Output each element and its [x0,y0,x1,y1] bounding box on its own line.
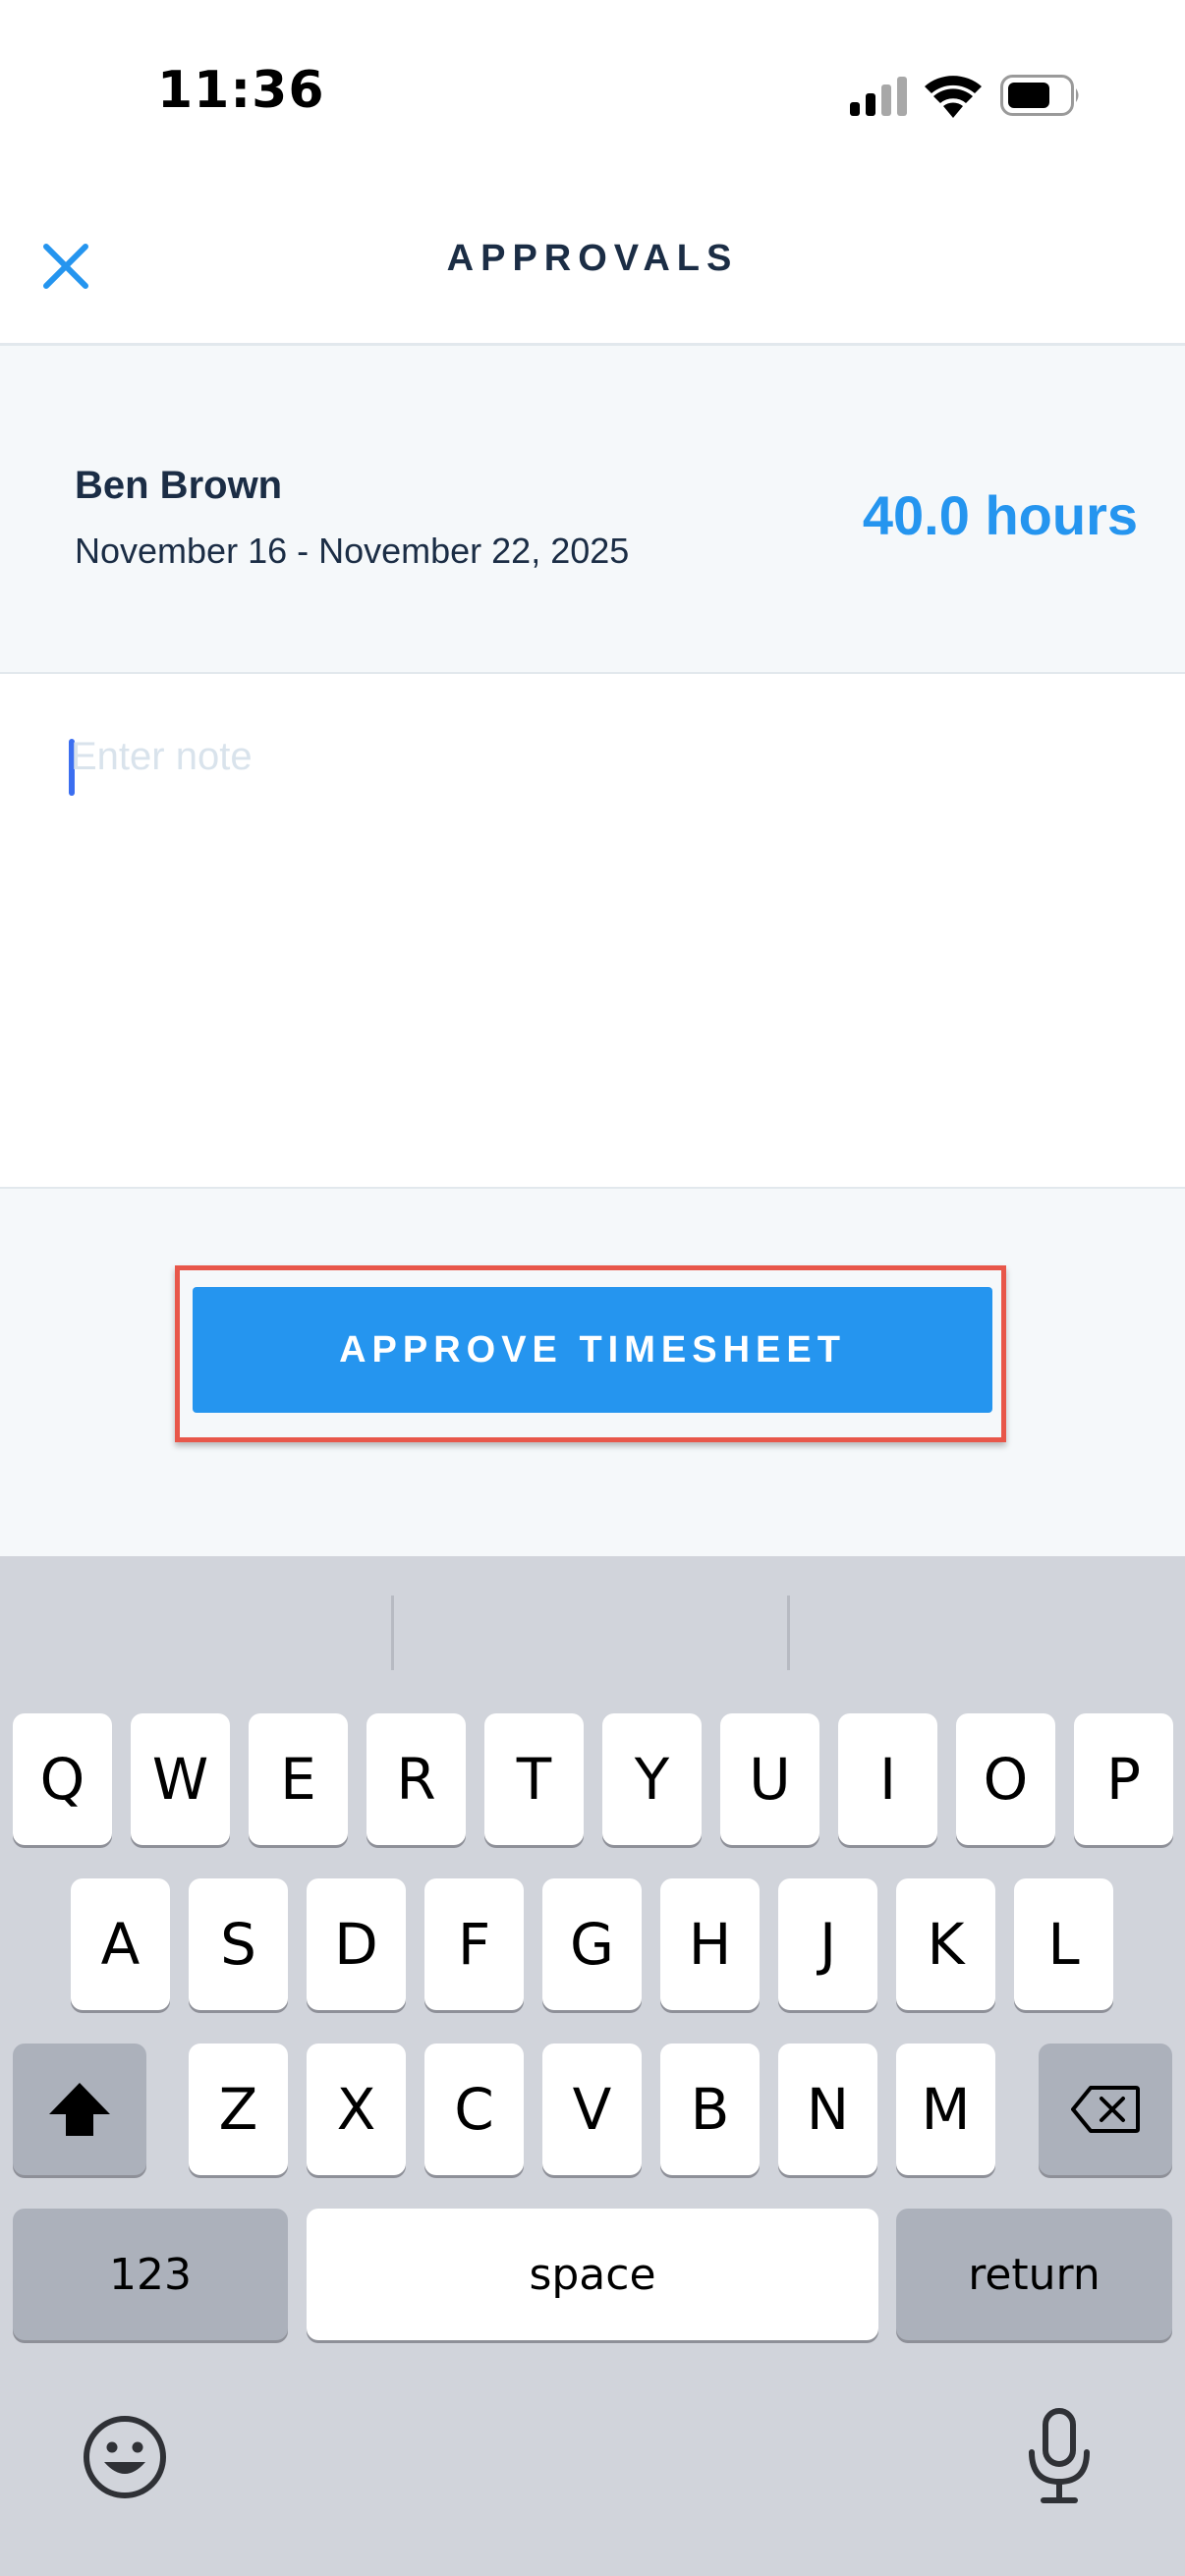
key-x[interactable]: X [307,2044,406,2175]
key-b[interactable]: B [660,2044,760,2175]
key-m[interactable]: M [896,2044,995,2175]
suggestion-divider [391,1596,394,1670]
key-u[interactable]: U [720,1713,819,1845]
status-time: 11:36 [157,61,325,120]
return-key[interactable]: return [896,2209,1172,2340]
key-t[interactable]: T [484,1713,584,1845]
key-n[interactable]: N [778,2044,877,2175]
key-k[interactable]: K [896,1878,995,2010]
emoji-icon[interactable] [81,2413,169,2501]
key-i[interactable]: I [838,1713,937,1845]
note-area [0,674,1185,1189]
suggestion-divider [787,1596,790,1670]
header: APPROVALS [0,187,1185,346]
key-f[interactable]: F [424,1878,524,2010]
status-bar: 11:36 [0,0,1185,187]
space-key[interactable]: space [307,2209,878,2340]
shift-key[interactable] [13,2044,146,2175]
battery-icon [1000,75,1079,116]
keyboard: Q W E R T Y U I O P A S D F G H J K L Z … [0,1556,1185,2576]
key-g[interactable]: G [542,1878,642,2010]
key-y[interactable]: Y [602,1713,702,1845]
delete-icon [1071,2086,1140,2133]
key-d[interactable]: D [307,1878,406,2010]
cellular-signal-icon [850,77,907,116]
key-p[interactable]: P [1074,1713,1173,1845]
key-s[interactable]: S [189,1878,288,2010]
timesheet-summary: Ben Brown November 16 - November 22, 202… [0,346,1185,674]
key-l[interactable]: L [1014,1878,1113,2010]
key-j[interactable]: J [778,1878,877,2010]
numbers-key[interactable]: 123 [13,2209,288,2340]
total-hours: 40.0 hours [862,484,1138,546]
wifi-icon [925,76,982,118]
key-z[interactable]: Z [189,2044,288,2175]
employee-name: Ben Brown [75,464,283,507]
microphone-icon[interactable] [1022,2407,1097,2505]
date-range: November 16 - November 22, 2025 [75,531,630,571]
delete-key[interactable] [1039,2044,1172,2175]
key-q[interactable]: Q [13,1713,112,1845]
key-h[interactable]: H [660,1878,760,2010]
page-title: APPROVALS [446,238,739,279]
key-a[interactable]: A [71,1878,170,2010]
key-c[interactable]: C [424,2044,524,2175]
note-input[interactable] [71,735,1122,1148]
key-o[interactable]: O [956,1713,1055,1845]
key-v[interactable]: V [542,2044,642,2175]
approve-timesheet-button[interactable]: APPROVE TIMESHEET [193,1287,992,1413]
key-w[interactable]: W [131,1713,230,1845]
action-section: APPROVE TIMESHEET [0,1189,1185,1556]
shift-icon [49,2083,110,2136]
key-e[interactable]: E [249,1713,348,1845]
key-r[interactable]: R [367,1713,466,1845]
